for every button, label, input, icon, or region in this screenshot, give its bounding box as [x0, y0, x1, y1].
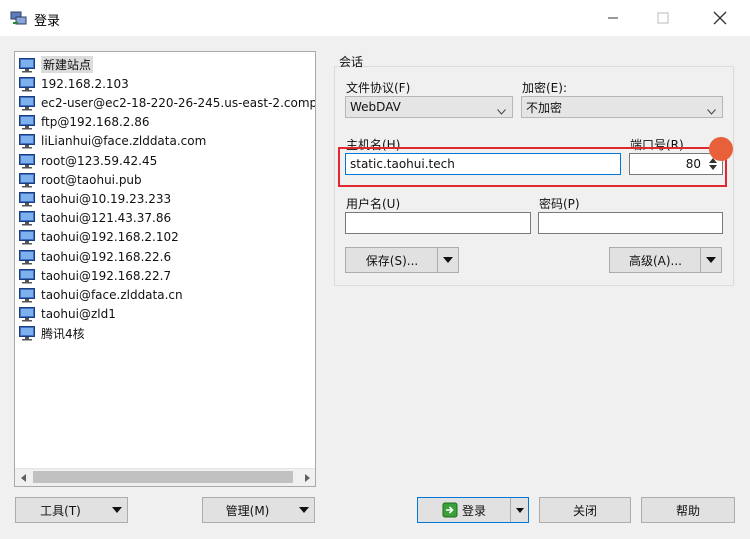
horizontal-scrollbar[interactable] — [15, 468, 315, 486]
site-item-label: ftp@192.168.2.86 — [41, 115, 150, 130]
chevron-down-icon — [707, 104, 716, 118]
site-item-label: 新建站点 — [41, 56, 94, 73]
scroll-right-icon[interactable] — [298, 469, 315, 486]
computer-icon — [18, 287, 36, 303]
site-item[interactable]: taohui@zld1 — [18, 305, 116, 324]
login-button[interactable]: 登录 — [417, 497, 529, 523]
site-tree-items: 新建站点 192.168.2.103 ec2-user@ec2-18-220-26-… — [15, 52, 315, 469]
site-item[interactable]: taohui@face.zlddata.cn — [18, 285, 183, 304]
tools-button-label: 工具(T) — [40, 503, 81, 518]
site-item[interactable]: 新建站点 — [18, 55, 94, 74]
advanced-button[interactable]: 高级(A)... — [609, 247, 722, 273]
winscp-app-icon — [10, 10, 28, 26]
site-item-label: taohui@192.168.22.6 — [41, 249, 172, 264]
site-item-label: 腾讯4核 — [41, 326, 85, 341]
username-label: 用户名(U) — [346, 197, 401, 211]
site-item-label: root@123.59.42.45 — [41, 153, 158, 168]
computer-icon — [18, 325, 36, 341]
site-item[interactable]: ec2-user@ec2-18-220-26-245.us-east-2.com… — [18, 93, 315, 112]
site-item-label: taohui@face.zlddata.cn — [41, 287, 183, 302]
password-input[interactable] — [538, 212, 723, 234]
computer-icon — [18, 133, 36, 149]
computer-icon — [18, 268, 36, 284]
computer-icon — [18, 249, 36, 265]
site-item-label: taohui@192.168.22.7 — [41, 268, 172, 283]
title-bar: 登录 — [0, 0, 750, 36]
computer-icon — [18, 306, 36, 322]
computer-icon — [18, 210, 36, 226]
site-item[interactable]: taohui@192.168.22.7 — [18, 266, 171, 285]
site-item-label: 192.168.2.103 — [41, 76, 129, 91]
site-item-label: liLianhui@face.zlddata.com — [41, 134, 207, 149]
site-item[interactable]: root@taohui.pub — [18, 170, 142, 189]
username-input[interactable] — [345, 212, 531, 234]
site-item[interactable]: root@123.59.42.45 — [18, 151, 157, 170]
dropdown-arrow-icon[interactable] — [510, 498, 528, 522]
site-item-label: taohui@192.168.2.102 — [41, 230, 179, 245]
encryption-value: 不加密 — [526, 100, 563, 115]
computer-icon — [18, 114, 36, 130]
site-item[interactable]: taohui@192.168.2.102 — [18, 228, 179, 247]
password-label: 密码(P) — [539, 197, 580, 211]
site-item[interactable]: taohui@10.19.23.233 — [18, 189, 171, 208]
site-item-label: root@taohui.pub — [41, 172, 142, 187]
window-title: 登录 — [34, 14, 61, 29]
site-item[interactable]: 腾讯4核 — [18, 324, 85, 343]
computer-icon — [18, 76, 36, 92]
site-tree[interactable]: 新建站点 192.168.2.103 ec2-user@ec2-18-220-26-… — [14, 51, 316, 487]
advanced-button-label: 高级(A)... — [628, 253, 683, 268]
site-item[interactable]: liLianhui@face.zlddata.com — [18, 132, 206, 151]
dropdown-arrow-icon[interactable] — [700, 248, 721, 272]
protocol-label: 文件协议(F) — [346, 81, 411, 95]
dropdown-arrow-icon[interactable] — [437, 248, 458, 272]
minimize-button[interactable] — [593, 4, 633, 32]
computer-icon — [18, 95, 36, 111]
save-button-label: 保存(S)... — [365, 253, 419, 268]
login-button-label: 登录 — [461, 503, 486, 518]
close-button-label: 关闭 — [572, 503, 597, 518]
site-item[interactable]: ftp@192.168.2.86 — [18, 113, 150, 132]
site-item[interactable]: 192.168.2.103 — [18, 74, 129, 93]
manage-button-label: 管理(M) — [225, 503, 270, 518]
computer-icon — [18, 191, 36, 207]
computer-icon — [18, 172, 36, 188]
maximize-button[interactable] — [643, 4, 683, 32]
protocol-select[interactable]: WebDAV — [345, 96, 513, 118]
protocol-value: WebDAV — [350, 100, 401, 114]
manage-button[interactable]: 管理(M) — [202, 497, 315, 523]
encryption-label: 加密(E): — [522, 81, 567, 95]
save-button[interactable]: 保存(S)... — [345, 247, 459, 273]
computer-icon — [18, 57, 36, 73]
site-item[interactable]: taohui@121.43.37.86 — [18, 209, 171, 228]
scrollbar-thumb[interactable] — [33, 471, 293, 483]
chevron-down-icon — [497, 104, 506, 118]
close-window-button[interactable] — [700, 4, 740, 32]
mouse-pointer-indicator — [709, 137, 733, 161]
site-item-label: taohui@121.43.37.86 — [41, 211, 172, 226]
site-item[interactable]: taohui@192.168.22.6 — [18, 247, 171, 266]
computer-icon — [18, 153, 36, 169]
highlight-box — [338, 147, 727, 187]
dropdown-arrow-icon[interactable] — [107, 498, 127, 522]
close-button[interactable]: 关闭 — [539, 497, 631, 523]
encryption-select[interactable]: 不加密 — [521, 96, 723, 118]
computer-icon — [18, 229, 36, 245]
site-item-label: taohui@10.19.23.233 — [41, 191, 172, 206]
scroll-left-icon[interactable] — [15, 469, 32, 486]
site-item-label: taohui@zld1 — [41, 307, 116, 322]
site-item-label: ec2-user@ec2-18-220-26-245.us-east-2.com… — [41, 95, 315, 110]
session-group-title: 会话 — [339, 55, 364, 69]
help-button-label: 帮助 — [675, 503, 700, 518]
tools-button[interactable]: 工具(T) — [15, 497, 128, 523]
help-button[interactable]: 帮助 — [641, 497, 735, 523]
login-dialog: 登录 新建站点 192.168.2.103 ec2-user@ec2-18-220-… — [0, 0, 750, 539]
login-icon — [442, 502, 458, 518]
dropdown-arrow-icon[interactable] — [294, 498, 314, 522]
